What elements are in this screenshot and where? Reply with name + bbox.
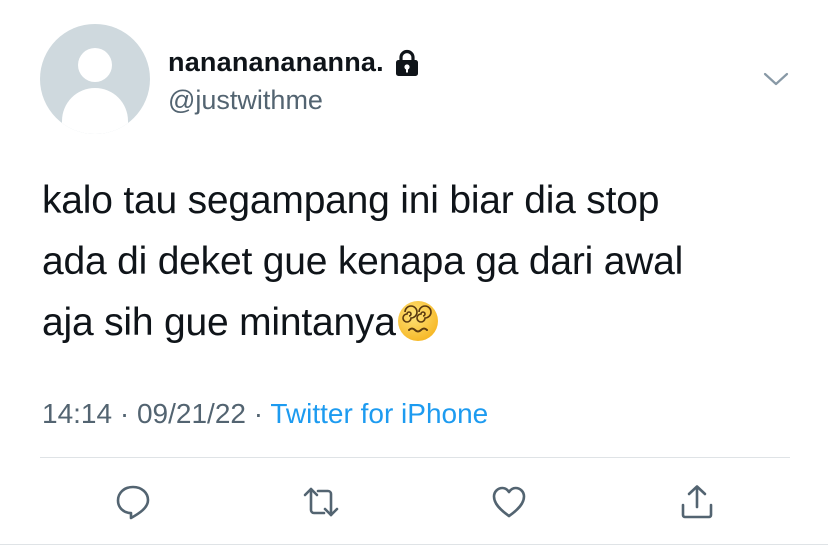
heart-icon[interactable] [490,483,528,521]
tweet-text: kalo tau segampang ini biar dia stop ada… [42,170,802,353]
tweet-text-line-with-emoji: aja sih gue mintanya [42,292,802,353]
tweet-text-line-content: aja sih gue mintanya [42,301,396,344]
tweet-time: 14:14 [42,398,113,429]
tweet-text-line: ada di deket gue kenapa ga dari awal [42,231,802,292]
meta-separator: · [119,398,130,429]
chevron-down-icon[interactable] [763,66,789,92]
avatar-head-shape [78,48,112,82]
reply-icon[interactable] [114,483,152,521]
tweet-text-line-content: ada di deket gue kenapa ga dari awal [42,240,684,283]
avatar-shoulders-shape [62,88,128,134]
display-name[interactable]: nanananananna. [168,47,420,78]
avatar[interactable] [40,24,150,134]
bottom-divider [0,544,828,545]
lock-icon [394,49,420,77]
tweet-source-link[interactable]: Twitter for iPhone [270,398,488,429]
tweet-date: 09/21/22 [136,398,246,429]
retweet-icon[interactable] [302,483,340,521]
share-icon[interactable] [678,483,716,521]
face-with-spiral-eyes-emoji [396,299,440,343]
tweet-metadata: 14:14 · 09/21/22 · Twitter for iPhone [42,398,488,430]
tweet-text-line: kalo tau segampang ini biar dia stop [42,179,660,222]
user-handle[interactable]: @justwithme [168,85,323,116]
display-name-text: nanananananna. [168,47,384,77]
divider [40,457,790,458]
meta-separator: · [253,398,264,429]
